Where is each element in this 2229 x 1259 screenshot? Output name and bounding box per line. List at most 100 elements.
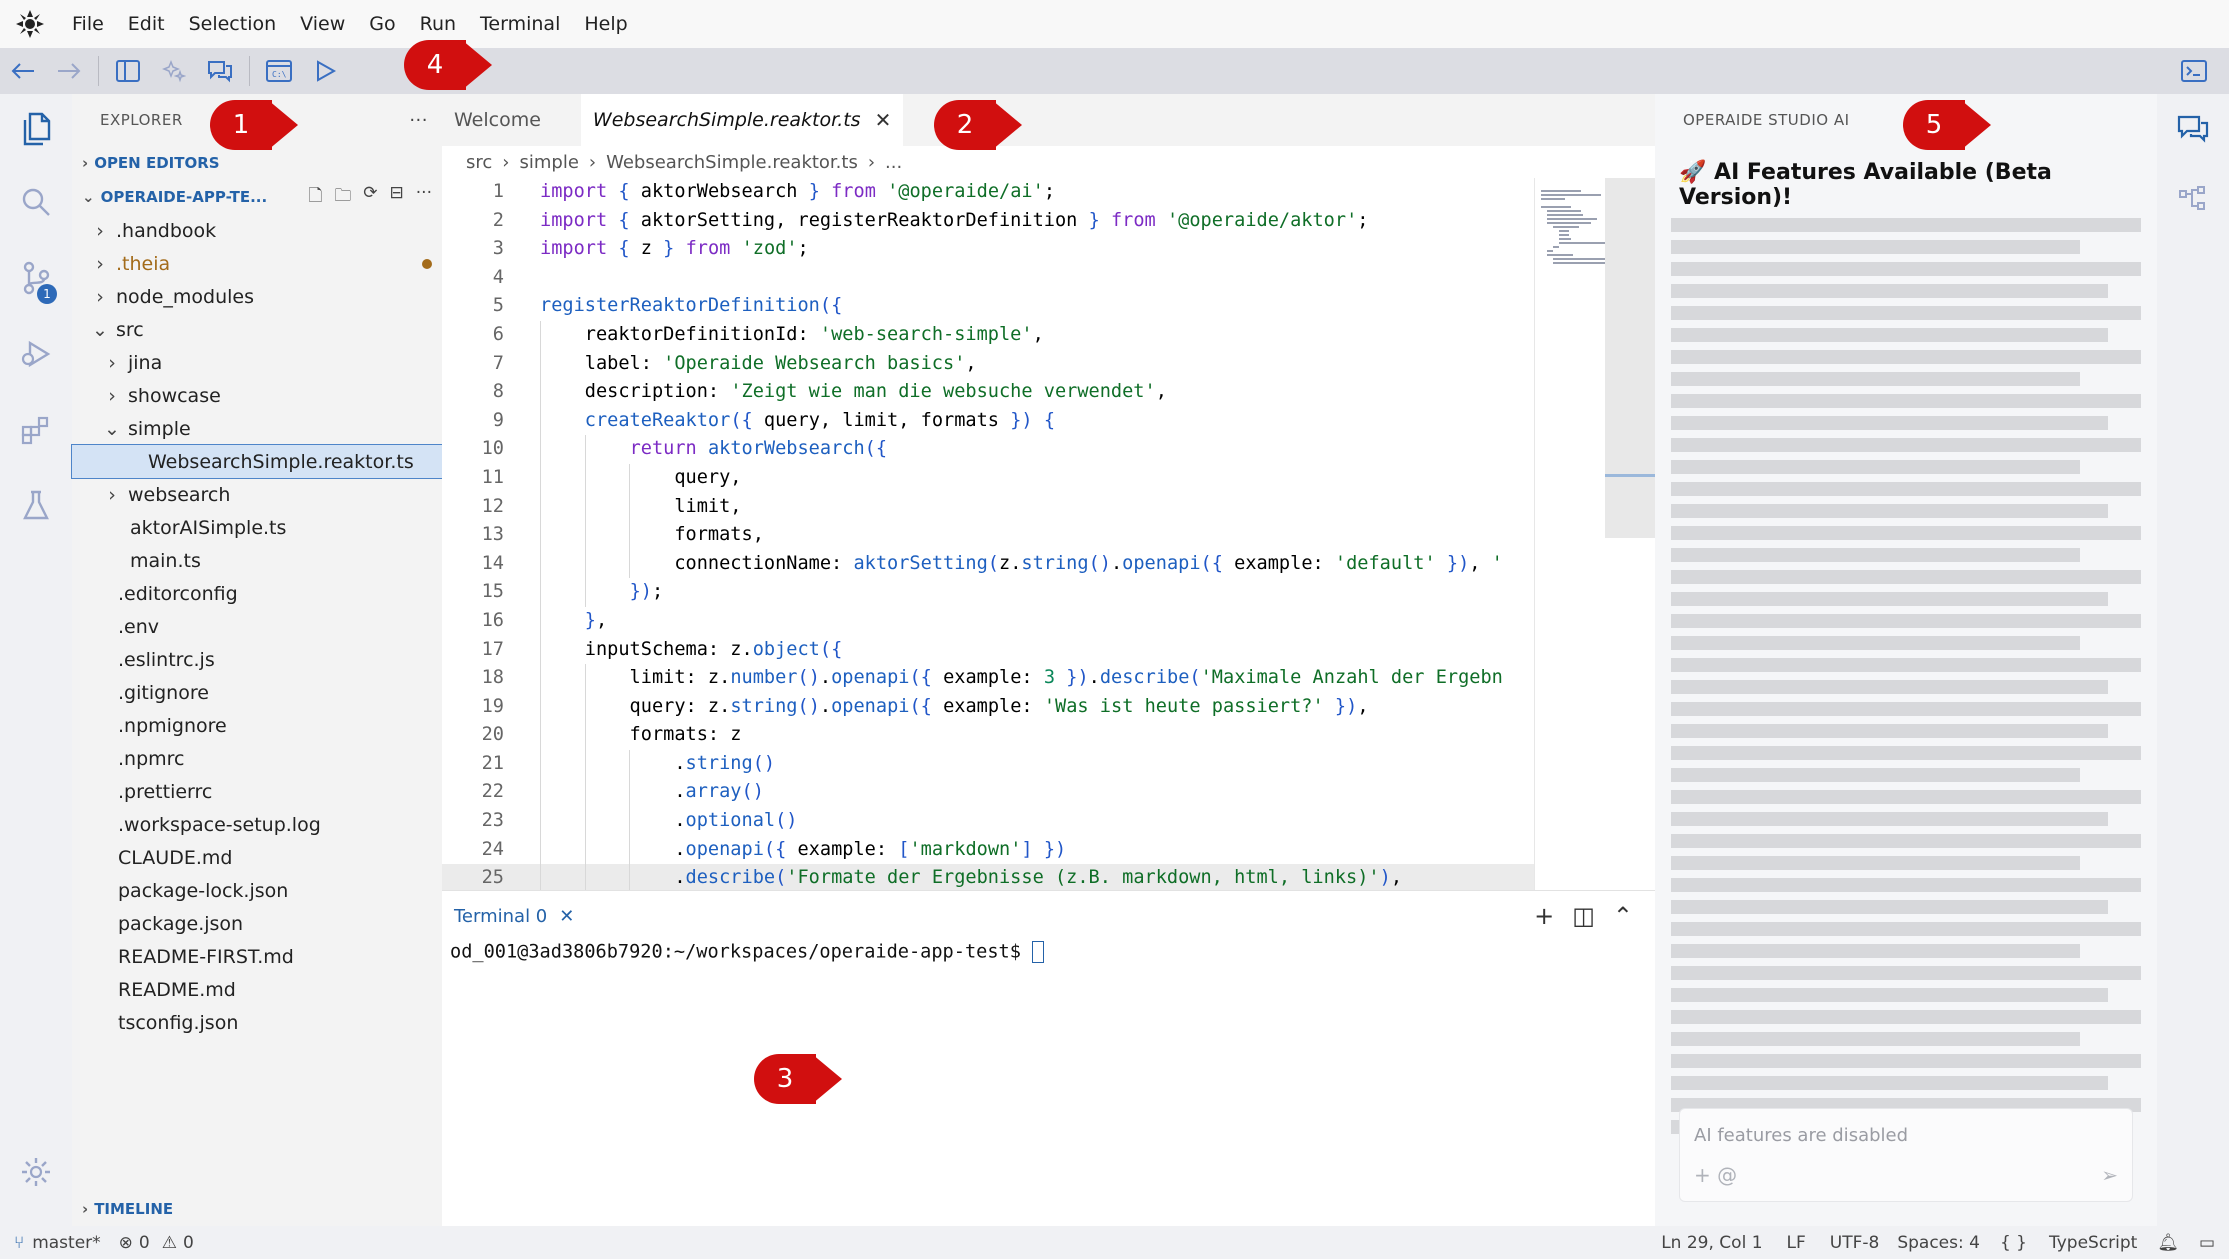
indentation[interactable]: Spaces: 4 [1897,1233,1980,1253]
menu-item[interactable]: Go [369,13,395,35]
close-icon[interactable]: ✕ [875,108,892,132]
chat-button[interactable] [197,48,243,94]
tree-item[interactable]: WebsearchSimple.reaktor.ts [71,444,443,479]
tree-item[interactable]: ⌄ src [72,313,442,346]
chevron-up-icon[interactable]: ⌃ [1613,902,1633,930]
ai-chat-view-button[interactable] [2157,94,2229,164]
tree-item[interactable]: .editorconfig [72,577,442,610]
extensions-icon [21,416,49,445]
new-folder-icon[interactable]: 🗀 [334,183,351,212]
breadcrumb-item[interactable]: src [466,152,492,173]
svg-text:C:\: C:\ [272,70,287,79]
tree-item[interactable]: README-FIRST.md [72,940,442,973]
tree-item[interactable]: .npmignore [72,709,442,742]
tree-item[interactable]: CLAUDE.md [72,841,442,874]
tree-item[interactable]: README.md [72,973,442,1006]
git-branch[interactable]: master* [32,1233,100,1253]
tree-item[interactable]: .env [72,610,442,643]
workspace-section[interactable]: ⌄ OPERAIDE-APP-TE... 🗋 🗀 ⟳ ⊟ ··· [72,180,442,214]
terminal-tab[interactable]: Terminal 0 [454,906,547,927]
activity-source-control[interactable]: 1 [0,240,72,316]
activity-explorer[interactable] [0,94,72,164]
menu-item[interactable]: Selection [189,13,277,35]
tree-item[interactable]: › node_modules [72,280,442,313]
toggle-sidebar-button[interactable] [105,48,151,94]
tab-websearch-simple[interactable]: WebsearchSimple.reaktor.ts ✕ [580,94,904,146]
breadcrumb-item[interactable]: WebsearchSimple.reaktor.ts [606,152,858,173]
panel-layout-icon[interactable]: ▭ [2199,1233,2215,1253]
run-button[interactable] [302,48,348,94]
tree-item[interactable]: ⌄ simple [72,412,442,445]
activity-testing[interactable] [0,468,72,544]
ai-input-tools[interactable]: + @ [1694,1163,1737,1187]
warning-count[interactable]: 0 [183,1233,194,1253]
tree-item[interactable]: main.ts [72,544,442,577]
close-icon[interactable]: ✕ [559,906,574,927]
activity-run-debug[interactable] [0,316,72,392]
ai-sparkle-button[interactable] [151,48,197,94]
menu-item[interactable]: View [300,13,345,35]
send-icon[interactable]: ➢ [2101,1163,2118,1187]
refresh-icon[interactable]: ⟳ [363,183,377,212]
explorer-more-button[interactable]: ··· [409,110,428,131]
activity-settings[interactable] [0,1134,72,1210]
tree-item[interactable]: .workspace-setup.log [72,808,442,841]
tree-item[interactable]: package.json [72,907,442,940]
open-editors-section[interactable]: › OPEN EDITORS [72,146,442,180]
menu-item[interactable]: Help [584,13,627,35]
ai-agents-view-button[interactable] [2157,164,2229,234]
line-number: 4 [492,266,504,288]
tree-item[interactable]: › jina [72,346,442,379]
breadcrumb-item[interactable]: simple [519,152,578,173]
tab-welcome[interactable]: Welcome [442,94,581,146]
menu-item[interactable]: Edit [128,13,165,35]
split-terminal-icon[interactable]: ◫ [1572,902,1595,930]
open-terminal-button[interactable]: C:\ [256,48,302,94]
minimap[interactable] [1534,178,1656,890]
skeleton-line [1671,856,2080,870]
annotation-badge-4: 4 [404,40,492,90]
tree-item[interactable]: › websearch [72,478,442,511]
menu-item[interactable]: File [72,13,104,35]
tree-item[interactable]: package-lock.json [72,874,442,907]
code-line: 20 formats: z [442,721,1534,750]
new-file-icon[interactable]: 🗋 [309,183,323,212]
tree-item[interactable]: .gitignore [72,676,442,709]
code-editor[interactable]: 1 import { aktorWebsearch } from '@operai… [442,178,1534,890]
forward-button[interactable] [46,48,92,94]
language-mode[interactable]: TypeScript [2049,1233,2137,1253]
toggle-panel-button[interactable] [2171,48,2217,94]
ai-input-box[interactable]: AI features are disabled + @ ➢ [1679,1108,2133,1202]
timeline-section[interactable]: › TIMELINE [72,1192,173,1226]
activity-search[interactable] [0,164,72,240]
notifications-icon[interactable]: 🔔︎ [2157,1233,2179,1253]
tree-item[interactable]: .prettierrc [72,775,442,808]
back-button[interactable] [0,48,46,94]
menu-item[interactable]: Run [420,13,456,35]
code-line: 6 reaktorDefinitionId: 'web-search-simpl… [442,320,1534,350]
search-icon [22,188,50,216]
brackets-indicator[interactable]: { } [2000,1233,2027,1253]
menu-item[interactable]: Terminal [480,13,560,35]
tree-item[interactable]: .npmrc [72,742,442,775]
line-number: 17 [481,638,504,660]
error-count[interactable]: 0 [139,1233,150,1253]
code-text: registerReaktorDefinition({ [540,295,843,317]
collapse-all-icon[interactable]: ⊟ [390,183,404,212]
cursor-position[interactable]: Ln 29, Col 1 [1661,1233,1762,1253]
workspace-more-icon[interactable]: ··· [416,183,432,212]
tree-item[interactable]: › .theia [72,247,442,280]
encoding[interactable]: UTF-8 [1830,1233,1880,1253]
tree-item[interactable]: aktorAISimple.ts [72,511,442,544]
code-line: 15 }); [442,578,1534,607]
tree-item[interactable]: › .handbook [72,214,442,247]
line-ending[interactable]: LF [1787,1233,1806,1253]
tree-item[interactable]: .eslintrc.js [72,643,442,676]
activity-extensions[interactable] [0,392,72,468]
breadcrumb-item[interactable]: ... [885,152,902,173]
ai-input-placeholder: AI features are disabled [1694,1125,1909,1146]
tree-item[interactable]: › showcase [72,379,442,412]
plus-icon[interactable]: + [1534,902,1554,930]
terminal-output[interactable]: od_001@3ad3806b7920:~/workspaces/operaid… [442,941,1655,963]
tree-item[interactable]: tsconfig.json [72,1006,442,1039]
